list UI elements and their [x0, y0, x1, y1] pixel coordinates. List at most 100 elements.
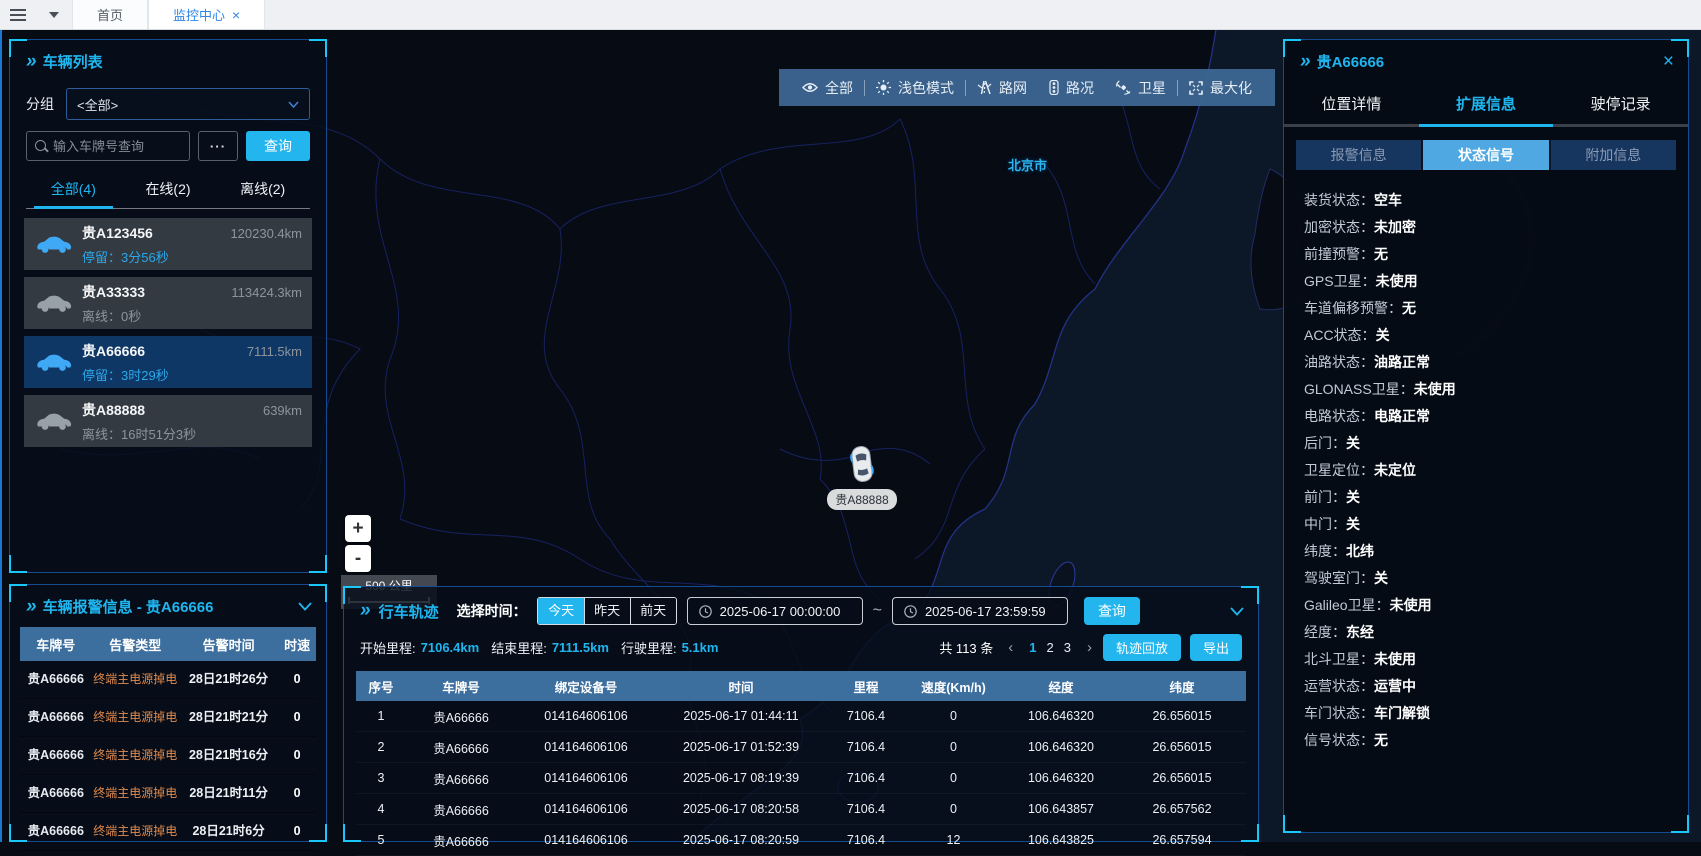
tab-location-detail[interactable]: 位置详情 [1284, 85, 1419, 124]
vehicle-plate: 贵A66666 [82, 341, 145, 361]
tab-home-label: 首页 [97, 5, 123, 24]
panel-arrow-icon: » [26, 55, 35, 69]
subtab-alarm-info[interactable]: 报警信息 [1296, 140, 1421, 170]
toolbar-label: 路网 [999, 78, 1027, 98]
toolbar-light-mode[interactable]: 浅色模式 [865, 78, 965, 98]
alarm-table-row[interactable]: 贵A66666 终端主电源掉电 28日21时6分 0 [20, 813, 316, 851]
status-value: 未定位 [1374, 462, 1416, 478]
vehicle-filter-tab[interactable]: 离线(2) [215, 174, 310, 208]
track-query-button[interactable]: 查询 [1084, 597, 1140, 625]
map-vehicle-marker[interactable]: 贵A88888 [822, 445, 902, 510]
quick-date-button[interactable]: 前天 [630, 598, 676, 624]
toolbar-show-all[interactable]: 全部 [791, 78, 864, 98]
status-label: 装货状态： [1304, 192, 1374, 208]
corner-bracket [1283, 815, 1301, 833]
quick-date-button[interactable]: 昨天 [584, 598, 630, 624]
status-label: 运营状态： [1304, 678, 1374, 694]
status-item: 后门：关 [1304, 430, 1688, 457]
status-value: 无 [1374, 732, 1388, 748]
toolbar-maximize[interactable]: 最大化 [1178, 78, 1263, 98]
tab-home[interactable]: 首页 [72, 0, 148, 29]
chevron-down-icon [288, 101, 299, 108]
track-table-row[interactable]: 2 贵A66666 014164606106 2025-06-17 01:52:… [356, 732, 1246, 763]
status-label: 前撞预警： [1304, 246, 1374, 262]
export-button[interactable]: 导出 [1190, 634, 1242, 661]
sun-icon [876, 80, 891, 95]
status-item: 纬度：北纬 [1304, 538, 1688, 565]
vehicle-list-item[interactable]: 贵A66666 7111.5km 停留：3时29秒 [24, 336, 312, 388]
panel-arrow-icon: » [1300, 55, 1309, 69]
panel-title: 贵A66666 [1317, 51, 1385, 72]
summary-value: 7111.5km [552, 640, 609, 655]
vehicle-list-item[interactable]: 贵A123456 120230.4km 停留：3分56秒 [24, 218, 312, 270]
collapse-chevron-icon[interactable] [298, 602, 312, 611]
detail-sub-tabs: 报警信息 状态信号 附加信息 [1296, 140, 1676, 170]
alarm-table-row[interactable]: 贵A66666 终端主电源掉电 28日21时21分 0 [20, 699, 316, 737]
vehicle-filter-tab[interactable]: 全部(4) [26, 174, 121, 208]
page-number[interactable]: 3 [1059, 640, 1076, 655]
panel-arrow-icon: » [26, 600, 35, 614]
search-input[interactable] [26, 131, 190, 161]
track-table-row[interactable]: 3 贵A66666 014164606106 2025-06-17 08:19:… [356, 763, 1246, 794]
status-value: 电路正常 [1374, 408, 1430, 424]
status-value: 空车 [1374, 192, 1402, 208]
status-item: 装货状态：空车 [1304, 187, 1688, 214]
zoom-in-button[interactable]: + [345, 515, 371, 542]
vehicle-filter-tab[interactable]: 在线(2) [121, 174, 216, 208]
toolbar-traffic[interactable]: 路况 [1038, 78, 1105, 98]
tab-close-icon[interactable]: × [232, 8, 240, 22]
column-header: 时间 [656, 677, 826, 696]
dropdown-caret-icon[interactable] [36, 0, 72, 29]
track-playback-button[interactable]: 轨迹回放 [1103, 634, 1181, 661]
traffic-light-icon [1049, 80, 1059, 95]
status-value: 关 [1374, 570, 1388, 586]
range-separator: ~ [873, 602, 882, 620]
vehicle-list-item[interactable]: 贵A33333 113424.3km 离线：0秒 [24, 277, 312, 329]
track-table-row[interactable]: 1 贵A66666 014164606106 2025-06-17 01:44:… [356, 701, 1246, 732]
alarm-table-row[interactable]: 贵A66666 终端主电源掉电 28日21时11分 0 [20, 775, 316, 813]
alarm-table-row[interactable]: 贵A66666 终端主电源掉电 28日21时16分 0 [20, 737, 316, 775]
clock-icon [904, 605, 917, 618]
vehicle-search-button[interactable]: 查询 [246, 131, 310, 161]
tab-monitor-center[interactable]: 监控中心 × [148, 0, 265, 29]
column-header: 绑定设备号 [516, 677, 656, 696]
car-side-icon [34, 234, 72, 254]
toolbar-label: 全部 [825, 78, 853, 98]
vehicle-status: 离线：16时51分3秒 [82, 424, 302, 443]
search-icon [35, 140, 46, 151]
toolbar-road-network[interactable]: 路网 [966, 78, 1038, 98]
toolbar-label: 路况 [1066, 78, 1094, 98]
collapse-chevron-icon[interactable] [1230, 607, 1244, 616]
collapse-menu-icon[interactable] [0, 0, 36, 29]
track-table-row[interactable]: 5 贵A66666 014164606106 2025-06-17 08:20:… [356, 825, 1246, 856]
track-table-row[interactable]: 4 贵A66666 014164606106 2025-06-17 08:20:… [356, 794, 1246, 825]
start-time-picker[interactable]: 2025-06-17 00:00:00 [687, 597, 863, 625]
tab-drive-stop-records[interactable]: 驶停记录 [1553, 85, 1688, 124]
prev-page-icon[interactable]: ‹ [1006, 639, 1015, 656]
end-time-picker[interactable]: 2025-06-17 23:59:59 [892, 597, 1068, 625]
status-item: 前撞预警：无 [1304, 241, 1688, 268]
status-label: 驾驶室门： [1304, 570, 1374, 586]
subtab-status-signals[interactable]: 状态信号 [1421, 140, 1548, 170]
quick-date-button[interactable]: 今天 [538, 598, 584, 624]
vehicle-list-item[interactable]: 贵A88888 639km 离线：16时51分3秒 [24, 395, 312, 447]
status-value: 关 [1376, 327, 1390, 343]
close-icon[interactable]: × [1663, 52, 1674, 71]
group-select[interactable]: <全部> [66, 88, 310, 120]
next-page-icon[interactable]: › [1085, 639, 1094, 656]
page-number[interactable]: 2 [1042, 640, 1059, 655]
maximize-icon [1189, 81, 1203, 95]
more-options-button[interactable]: ··· [198, 131, 238, 161]
page-number[interactable]: 1 [1024, 640, 1041, 655]
time-select-label: 选择时间： [457, 601, 527, 621]
vehicle-plate: 贵A33333 [82, 282, 145, 302]
toolbar-satellite[interactable]: 卫星 [1105, 78, 1177, 98]
status-item: 运营状态：运营中 [1304, 673, 1688, 700]
alarm-table-row[interactable]: 贵A66666 终端主电源掉电 28日21时26分 0 [20, 661, 316, 699]
page-numbers: 1 2 3 [1024, 640, 1076, 655]
tab-extended-info[interactable]: 扩展信息 [1419, 85, 1554, 124]
status-value: 未使用 [1374, 651, 1416, 667]
group-select-value: <全部> [77, 95, 118, 114]
subtab-additional-info[interactable]: 附加信息 [1549, 140, 1676, 170]
zoom-out-button[interactable]: - [345, 545, 371, 572]
